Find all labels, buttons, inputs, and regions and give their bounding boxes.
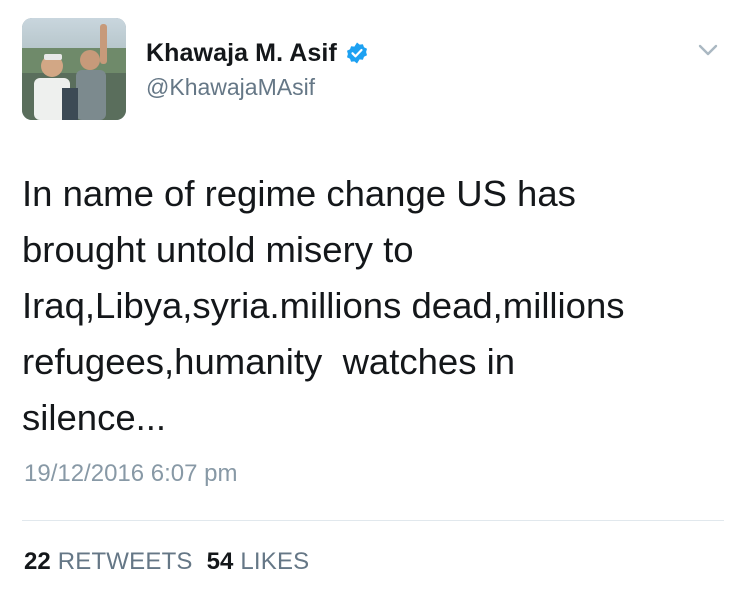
likes-label[interactable]: LIKES bbox=[240, 548, 309, 576]
verified-badge-icon bbox=[346, 42, 367, 64]
tweet-text: In name of regime change US has brought … bbox=[22, 173, 625, 438]
tweet-card: Khawaja M. Asif @KhawajaMAsif In name of… bbox=[0, 0, 732, 600]
author-display-name[interactable]: Khawaja M. Asif bbox=[146, 39, 337, 68]
tweet-stats: 22 RETWEETS 54 LIKES bbox=[24, 548, 323, 576]
divider bbox=[22, 520, 724, 521]
chevron-down-icon[interactable] bbox=[696, 40, 720, 60]
avatar[interactable] bbox=[22, 18, 126, 120]
retweets-count[interactable]: 22 bbox=[24, 548, 51, 576]
retweets-label[interactable]: RETWEETS bbox=[58, 548, 193, 576]
avatar-photo-icon bbox=[22, 18, 126, 120]
likes-count[interactable]: 54 bbox=[207, 548, 234, 576]
author-name-row[interactable]: Khawaja M. Asif bbox=[146, 38, 369, 68]
author-handle[interactable]: @KhawajaMAsif bbox=[146, 74, 315, 101]
tweet-timestamp[interactable]: 19/12/2016 6:07 pm bbox=[24, 460, 238, 488]
